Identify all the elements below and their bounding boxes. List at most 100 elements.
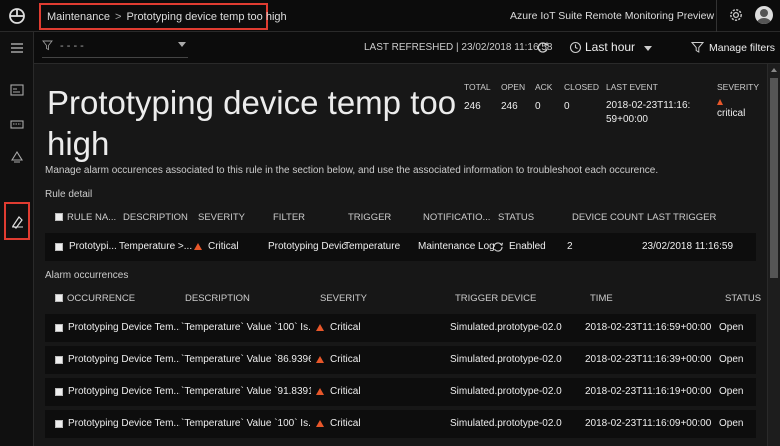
alarm-row[interactable]: Prototyping Device Tem... `Temperature` … bbox=[45, 314, 756, 342]
severity-value: critical bbox=[717, 108, 746, 119]
chevron-down-icon[interactable] bbox=[644, 46, 652, 51]
divider bbox=[716, 0, 717, 32]
breadcrumb-separator: > bbox=[115, 10, 122, 23]
alarm-status: Open bbox=[719, 322, 744, 333]
alarm-status: Open bbox=[719, 386, 744, 397]
hamburger-icon[interactable] bbox=[9, 40, 25, 56]
rule-filter: Prototyping Devic bbox=[268, 241, 347, 252]
alarm-occurrence: Prototyping Device Tem... bbox=[68, 418, 180, 429]
alarm-device: Simulated.prototype-02.0 bbox=[450, 322, 562, 333]
warning-triangle-icon bbox=[316, 420, 324, 427]
alarm-description: `Temperature` Value `100` Is... bbox=[181, 322, 311, 333]
alarm-severity-label: Critical bbox=[330, 322, 361, 333]
vertical-scrollbar[interactable] bbox=[767, 64, 780, 446]
dashboard-icon[interactable] bbox=[9, 82, 25, 98]
device-group-dropdown[interactable]: - - - - bbox=[42, 38, 188, 58]
alarm-description: `Temperature` Value `91.8391... bbox=[181, 386, 311, 397]
avatar[interactable] bbox=[755, 6, 773, 24]
maintenance-icon[interactable] bbox=[9, 213, 25, 229]
alarm-status: Open bbox=[719, 354, 744, 365]
main-content: Prototyping device temp too high TOTAL O… bbox=[34, 64, 767, 446]
alarm-severity-label: Critical bbox=[330, 386, 361, 397]
row-checkbox[interactable] bbox=[55, 324, 63, 332]
alarm-table-header: OCCURRENCE DESCRIPTION SEVERITY TRIGGER … bbox=[45, 287, 761, 309]
stat-total: 246 bbox=[464, 101, 481, 112]
stat-last-event: 2018-02-23T11:16:59+00:00 bbox=[606, 100, 691, 125]
alarm-row[interactable]: Prototyping Device Tem... `Temperature` … bbox=[45, 346, 756, 374]
rule-name: Prototypi... bbox=[69, 241, 117, 252]
alarm-time: 2018-02-23T11:16:09+00:00 bbox=[585, 418, 712, 429]
col-rule-name[interactable]: RULE NA... bbox=[67, 212, 116, 223]
manage-filters-button[interactable]: Manage filters bbox=[709, 42, 775, 54]
col-trigger-device[interactable]: TRIGGER DEVICE bbox=[455, 293, 536, 304]
scroll-up-icon[interactable] bbox=[771, 68, 777, 72]
page-title: Prototyping device temp too high bbox=[47, 84, 457, 162]
col-description[interactable]: DESCRIPTION bbox=[123, 212, 188, 223]
stat-label-last-event: LAST EVENT bbox=[606, 82, 658, 92]
rule-severity-label: Critical bbox=[208, 241, 239, 252]
alarm-severity-label: Critical bbox=[330, 354, 361, 365]
scrollbar-thumb[interactable] bbox=[770, 78, 778, 278]
alarm-severity: Critical bbox=[316, 354, 361, 365]
devices-icon[interactable] bbox=[9, 116, 25, 132]
alarm-row[interactable]: Prototyping Device Tem... `Temperature` … bbox=[45, 378, 756, 406]
gear-icon[interactable] bbox=[727, 6, 745, 24]
stat-ack: 0 bbox=[535, 101, 541, 112]
col-severity[interactable]: SEVERITY bbox=[198, 212, 245, 223]
breadcrumb: Maintenance > Prototyping device temp to… bbox=[39, 3, 287, 30]
warning-triangle-icon bbox=[717, 99, 723, 105]
filter-icon bbox=[42, 40, 53, 51]
col-filter[interactable]: FILTER bbox=[273, 212, 305, 223]
col-status[interactable]: STATUS bbox=[498, 212, 534, 223]
rule-notification: Maintenance Log bbox=[418, 241, 494, 252]
col-severity[interactable]: SEVERITY bbox=[320, 293, 367, 304]
col-status[interactable]: STATUS bbox=[725, 293, 761, 304]
app-title: Azure IoT Suite Remote Monitoring Previe… bbox=[510, 10, 715, 22]
stat-label-open: OPEN bbox=[501, 82, 526, 92]
alarm-description: `Temperature` Value `100` Is... bbox=[181, 418, 311, 429]
dropdown-value: - - - - bbox=[60, 40, 84, 52]
rule-status: Enabled bbox=[509, 241, 546, 252]
alarm-time: 2018-02-23T11:16:59+00:00 bbox=[585, 322, 712, 333]
col-device-count[interactable]: DEVICE COUNT bbox=[572, 212, 644, 223]
breadcrumb-parent[interactable]: Maintenance bbox=[47, 11, 110, 23]
row-checkbox[interactable] bbox=[55, 356, 63, 364]
alarm-occurrence: Prototyping Device Tem... bbox=[68, 322, 180, 333]
warning-triangle-icon bbox=[194, 243, 202, 250]
col-trigger[interactable]: TRIGGER bbox=[348, 212, 391, 223]
rule-row[interactable]: Prototypi... Temperature >... Critical P… bbox=[45, 233, 756, 261]
stat-label-ack: ACK bbox=[535, 82, 553, 92]
refresh-icon[interactable] bbox=[536, 41, 549, 54]
alarm-row[interactable]: Prototyping Device Tem... `Temperature` … bbox=[45, 410, 756, 438]
page-description: Manage alarm occurences associated to th… bbox=[45, 165, 659, 176]
col-notification[interactable]: NOTIFICATIO... bbox=[423, 212, 490, 223]
rule-trigger: Temperature bbox=[344, 241, 401, 252]
col-description[interactable]: DESCRIPTION bbox=[185, 293, 250, 304]
rule-detail-title: Rule detail bbox=[45, 189, 93, 200]
rules-icon[interactable] bbox=[9, 148, 25, 164]
col-time[interactable]: TIME bbox=[590, 293, 613, 304]
row-checkbox[interactable] bbox=[55, 388, 63, 396]
manage-filters-icon[interactable] bbox=[691, 41, 704, 54]
clock-icon bbox=[569, 41, 582, 54]
filter-bar: - - - - LAST REFRESHED | 23/02/2018 11:1… bbox=[34, 32, 780, 64]
col-occurrence[interactable]: OCCURRENCE bbox=[67, 293, 135, 304]
select-all-checkbox[interactable] bbox=[55, 213, 63, 221]
left-nav bbox=[0, 32, 34, 446]
logo-icon[interactable] bbox=[8, 7, 26, 25]
rule-description: Temperature >... bbox=[119, 241, 193, 252]
alarm-severity-label: Critical bbox=[330, 418, 361, 429]
row-checkbox[interactable] bbox=[55, 243, 63, 251]
col-last-trigger[interactable]: LAST TRIGGER bbox=[647, 212, 716, 223]
alarm-status: Open bbox=[719, 418, 744, 429]
row-checkbox[interactable] bbox=[55, 420, 63, 428]
breadcrumb-current: Prototyping device temp too high bbox=[126, 10, 287, 23]
select-all-checkbox[interactable] bbox=[55, 294, 63, 302]
alarm-severity: Critical bbox=[316, 418, 361, 429]
time-range-select[interactable]: Last hour bbox=[585, 40, 635, 54]
rule-table-header: RULE NA... DESCRIPTION SEVERITY FILTER T… bbox=[45, 206, 756, 228]
alarm-time: 2018-02-23T11:16:39+00:00 bbox=[585, 354, 712, 365]
warning-triangle-icon bbox=[316, 388, 324, 395]
alarm-device: Simulated.prototype-02.0 bbox=[450, 418, 562, 429]
alarm-severity: Critical bbox=[316, 386, 361, 397]
